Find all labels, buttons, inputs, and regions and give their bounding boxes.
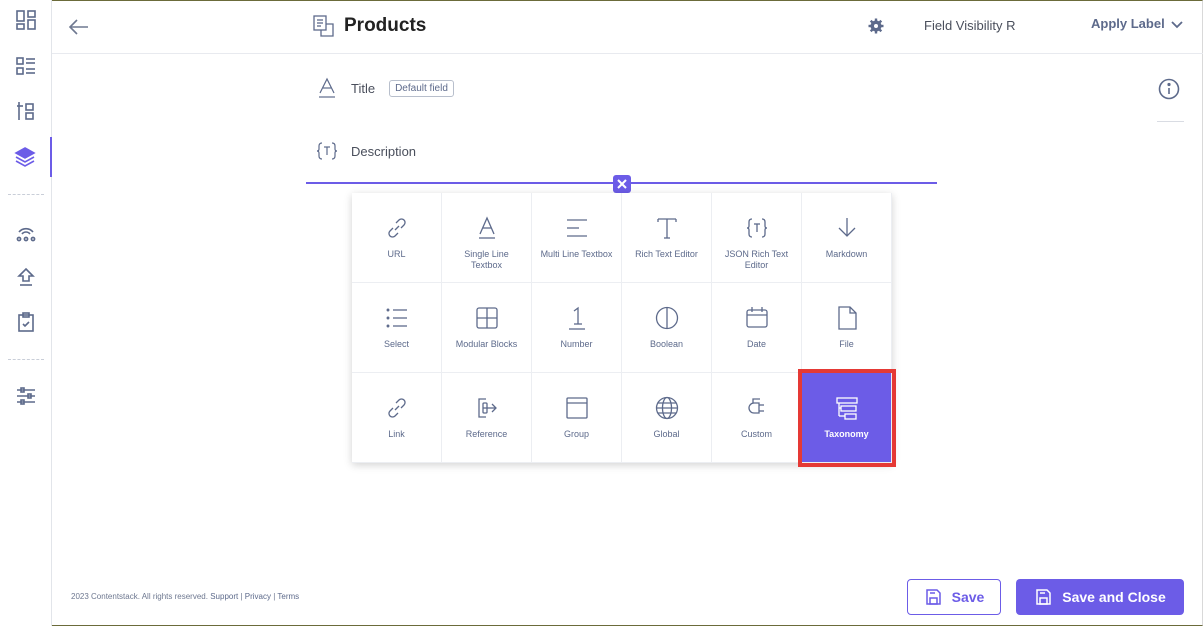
field-type-link[interactable]: Link	[352, 373, 442, 463]
back-arrow-icon[interactable]	[66, 14, 92, 40]
calendar-icon	[745, 307, 768, 328]
footer-separator: |	[240, 592, 243, 601]
save-and-close-label: Save and Close	[1062, 589, 1166, 605]
file-icon	[837, 306, 857, 330]
field-type-label: Link	[388, 429, 405, 439]
field-type-multi-line[interactable]: Multi Line Textbox	[532, 193, 622, 283]
field-type-label: Reference	[465, 429, 508, 439]
footer-separator: |	[273, 592, 276, 601]
sidebar-divider	[8, 194, 44, 195]
settings-sliders-icon[interactable]	[0, 376, 52, 416]
number-icon	[568, 306, 585, 330]
field-type-label: Date	[746, 339, 766, 349]
reference-icon	[477, 398, 497, 418]
markdown-arrow-icon	[838, 218, 855, 237]
privacy-link[interactable]: Privacy	[245, 592, 271, 601]
field-type-number[interactable]: Number	[532, 283, 622, 373]
field-type-picker: URL Single Line Textbox Multi Line Textb…	[352, 193, 896, 467]
apply-label-dropdown[interactable]: Apply Label	[1091, 16, 1165, 31]
taxonomy-icon	[835, 397, 858, 420]
field-type-label: Taxonomy	[824, 429, 869, 439]
folder-icon	[565, 397, 588, 419]
left-sidebar	[0, 0, 52, 626]
save-button[interactable]: Save	[907, 579, 1001, 615]
field-visibility-rules-link[interactable]: Field Visibility R	[924, 18, 1016, 33]
field-type-label: Single Line Textbox	[464, 249, 509, 270]
copyright-footer: 2023 Contentstack. All rights reserved. …	[71, 592, 299, 601]
field-label: Title	[351, 80, 376, 96]
save-icon	[925, 589, 941, 605]
page-header: Products Field Visibility R Apply Label	[52, 0, 1203, 54]
deploy-upload-icon[interactable]	[0, 257, 52, 297]
content-type-icon	[312, 14, 336, 38]
webhooks-icon[interactable]	[0, 212, 52, 252]
field-type-reference[interactable]: Reference	[442, 373, 532, 463]
field-type-global[interactable]: Global	[622, 373, 712, 463]
page-title: Products	[344, 15, 427, 36]
tasks-clipboard-icon[interactable]	[0, 302, 52, 342]
field-type-custom[interactable]: Custom	[712, 373, 802, 463]
text-a-icon	[316, 76, 338, 100]
support-link[interactable]: Support	[210, 592, 238, 601]
field-type-label: Markdown	[825, 249, 868, 259]
info-icon[interactable]	[1158, 78, 1180, 100]
chain-link-icon	[387, 398, 406, 418]
field-type-label: Number	[560, 339, 593, 349]
chevron-down-icon[interactable]	[1170, 18, 1184, 32]
field-type-single-line[interactable]: Single Line Textbox	[442, 193, 532, 283]
field-type-select[interactable]: Select	[352, 283, 442, 373]
field-type-label: File	[839, 339, 854, 349]
field-type-label: Select	[383, 339, 409, 349]
field-type-label: Global	[653, 429, 680, 439]
field-type-label: JSON Rich Text Editor	[724, 249, 789, 270]
field-type-modular-blocks[interactable]: Modular Blocks	[442, 283, 532, 373]
link-icon	[387, 218, 406, 238]
json-braces-icon	[316, 139, 338, 163]
field-type-label: URL	[387, 249, 406, 259]
field-type-date[interactable]: Date	[712, 283, 802, 373]
field-type-file[interactable]: File	[802, 283, 892, 373]
field-type-url[interactable]: URL	[352, 193, 442, 283]
field-type-label: Custom	[740, 429, 772, 439]
divider	[1157, 121, 1184, 122]
save-label: Save	[951, 589, 985, 605]
boolean-icon	[655, 306, 678, 330]
field-type-group[interactable]: Group	[532, 373, 622, 463]
field-type-json-rte[interactable]: JSON Rich Text Editor	[712, 193, 802, 283]
plug-icon	[747, 398, 764, 414]
field-type-label: Rich Text Editor	[635, 249, 698, 259]
text-t-icon	[656, 218, 677, 239]
entries-list-icon[interactable]	[0, 46, 52, 86]
copyright-text: 2023 Contentstack. All rights reserved.	[71, 592, 208, 601]
field-type-label: Modular Blocks	[455, 339, 518, 349]
list-icon	[386, 308, 407, 328]
field-type-boolean[interactable]: Boolean	[622, 283, 712, 373]
field-row-description[interactable]: Description	[316, 136, 416, 166]
field-type-label: Multi Line Textbox	[540, 249, 613, 259]
sidebar-divider	[8, 359, 44, 360]
save-and-close-button[interactable]: Save and Close	[1016, 579, 1184, 615]
text-a-icon	[478, 216, 495, 239]
save-icon	[1036, 589, 1051, 605]
gear-icon[interactable]	[867, 17, 885, 35]
field-row-title[interactable]: Title Default field	[316, 73, 454, 103]
stack-layers-icon[interactable]	[0, 137, 52, 177]
dashboard-icon[interactable]	[0, 0, 52, 40]
field-type-taxonomy[interactable]: Taxonomy	[798, 369, 896, 467]
grid-icon	[475, 307, 498, 329]
field-type-label: Group	[563, 429, 589, 439]
default-field-badge: Default field	[389, 79, 454, 97]
json-braces-icon	[746, 218, 767, 238]
field-label: Description	[351, 143, 417, 159]
field-type-markdown[interactable]: Markdown	[802, 193, 892, 283]
content-model-icon[interactable]	[0, 91, 52, 131]
multiline-icon	[566, 219, 587, 237]
globe-icon	[655, 396, 678, 420]
terms-link[interactable]: Terms	[277, 592, 299, 601]
field-type-label: Boolean	[649, 339, 684, 349]
close-icon[interactable]	[613, 175, 631, 193]
field-type-rich-text[interactable]: Rich Text Editor	[622, 193, 712, 283]
